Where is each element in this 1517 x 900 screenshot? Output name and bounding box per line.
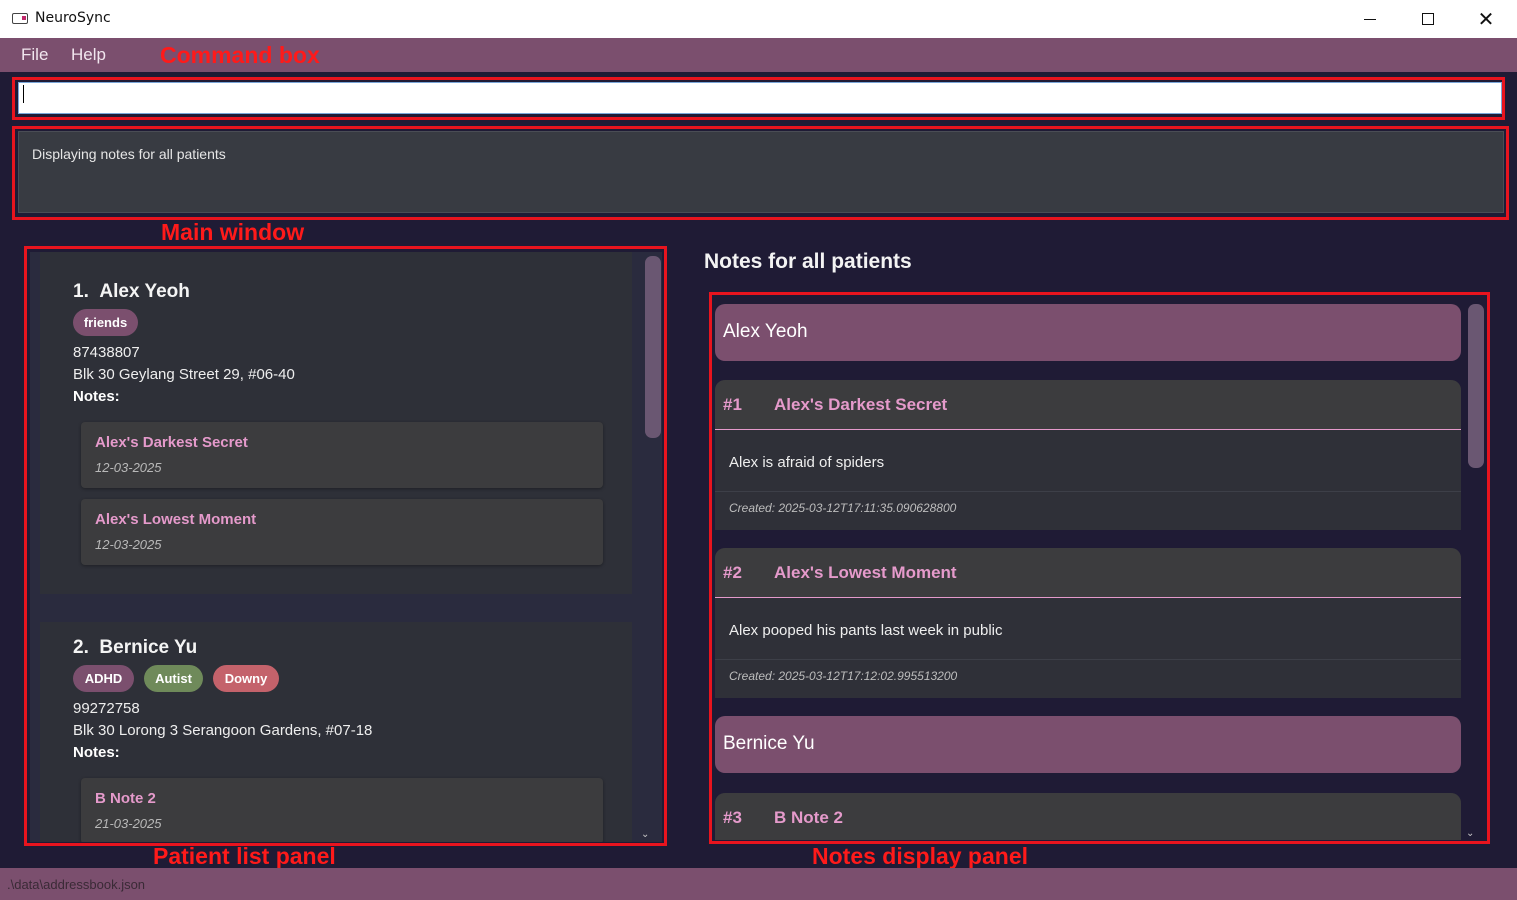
- note-card-header: #1 Alex's Darkest Secret: [715, 380, 1461, 430]
- note-title: Alex's Darkest Secret: [95, 434, 248, 451]
- annotation-patient-list: Patient list panel: [153, 843, 336, 869]
- note-number: #3: [723, 808, 742, 827]
- note-number: #2: [723, 563, 742, 582]
- note-created: Created: 2025-03-12T17:12:02.995513200: [729, 669, 958, 683]
- patient-name: 1. Alex Yeoh: [73, 281, 190, 302]
- window-title: NeuroSync: [35, 10, 111, 26]
- status-file-path: .\data\addressbook.json: [7, 877, 146, 892]
- notes-patient-header: Alex Yeoh: [715, 304, 1461, 361]
- notes-scroll-thumb[interactable]: [1468, 304, 1484, 468]
- note-title: B Note 2: [95, 790, 156, 807]
- note-content: Alex pooped his pants last week in publi…: [729, 622, 1003, 639]
- result-display: Displaying notes for all patients: [18, 131, 1504, 213]
- note-content: Alex is afraid of spiders: [729, 454, 885, 471]
- menu-help[interactable]: Help: [71, 45, 106, 65]
- patient-note-item[interactable]: Alex's Lowest Moment 12-03-2025: [81, 499, 603, 565]
- note-date: 12-03-2025: [95, 460, 162, 475]
- notes-patient-name: Bernice Yu: [723, 733, 815, 754]
- scroll-down-icon[interactable]: ⌄: [1466, 828, 1474, 839]
- scroll-down-icon[interactable]: ⌄: [641, 829, 649, 840]
- note-divider: [715, 491, 1461, 492]
- note-card[interactable]: #1 Alex's Darkest Secret Alex is afraid …: [715, 380, 1461, 530]
- status-bar: .\data\addressbook.json: [0, 868, 1517, 900]
- minimize-icon: [1364, 18, 1376, 20]
- text-caret: [23, 85, 24, 103]
- note-number: #1: [723, 395, 742, 414]
- note-card-title: B Note 2: [774, 808, 843, 827]
- patient-phone: 99272758: [73, 700, 140, 717]
- patient-note-item[interactable]: Alex's Darkest Secret 12-03-2025: [81, 422, 603, 488]
- patient-card[interactable]: 1. Alex Yeoh friends 87438807 Blk 30 Gey…: [40, 252, 632, 594]
- note-title: Alex's Lowest Moment: [95, 511, 257, 528]
- note-card[interactable]: #2 Alex's Lowest Moment Alex pooped his …: [715, 548, 1461, 698]
- scroll-up-icon[interactable]: ⌃: [1466, 298, 1474, 303]
- notes-label: Notes:: [73, 388, 120, 405]
- note-card-header: #2 Alex's Lowest Moment: [715, 548, 1461, 598]
- note-card[interactable]: #3 B Note 2: [715, 793, 1461, 840]
- note-date: 12-03-2025: [95, 537, 162, 552]
- maximize-icon: [1422, 13, 1434, 25]
- note-card-title: Alex's Lowest Moment: [774, 563, 957, 582]
- patient-note-item[interactable]: B Note 2 21-03-2025: [81, 778, 603, 842]
- close-button[interactable]: ✕: [1457, 0, 1515, 38]
- note-created: Created: 2025-03-12T17:11:35.090628800: [729, 501, 957, 515]
- note-date: 21-03-2025: [95, 816, 162, 831]
- note-card-title: Alex's Darkest Secret: [774, 395, 948, 414]
- notes-display-panel[interactable]: Alex Yeoh #1 Alex's Darkest Secret Alex …: [715, 298, 1484, 840]
- tag-friends: friends: [73, 309, 138, 336]
- app-icon: [12, 13, 28, 24]
- command-input[interactable]: [18, 82, 1502, 114]
- tag-adhd: ADHD: [73, 665, 134, 692]
- tag-autist: Autist: [144, 665, 203, 692]
- maximize-button[interactable]: [1399, 0, 1457, 38]
- patient-list-panel[interactable]: 1. Alex Yeoh friends 87438807 Blk 30 Gey…: [30, 252, 662, 842]
- annotation-notes-display: Notes display panel: [812, 843, 1029, 869]
- patient-name: 2. Bernice Yu: [73, 637, 198, 658]
- result-message: Displaying notes for all patients: [32, 146, 226, 162]
- patient-address: Blk 30 Lorong 3 Serangoon Gardens, #07-1…: [73, 722, 373, 739]
- minimize-button[interactable]: [1341, 0, 1399, 38]
- patient-phone: 87438807: [73, 344, 140, 361]
- annotation-main-window: Main window: [161, 219, 305, 245]
- patient-list-scroll-thumb[interactable]: [645, 256, 661, 438]
- notes-patient-header: Bernice Yu: [715, 716, 1461, 773]
- patient-card[interactable]: 2. Bernice Yu ADHD Autist Downy 99272758…: [40, 622, 632, 842]
- notes-heading: Notes for all patients: [704, 250, 912, 273]
- tag-downy: Downy: [213, 665, 279, 692]
- notes-patient-name: Alex Yeoh: [723, 321, 808, 342]
- notes-label: Notes:: [73, 744, 120, 761]
- close-icon: ✕: [1477, 7, 1495, 31]
- title-bar: NeuroSync ✕: [0, 0, 1517, 38]
- annotation-command-box: Command box: [160, 42, 320, 68]
- note-divider: [715, 659, 1461, 660]
- menu-file[interactable]: File: [21, 45, 48, 65]
- note-card-header: #3 B Note 2: [715, 793, 1461, 840]
- patient-address: Blk 30 Geylang Street 29, #06-40: [73, 366, 295, 383]
